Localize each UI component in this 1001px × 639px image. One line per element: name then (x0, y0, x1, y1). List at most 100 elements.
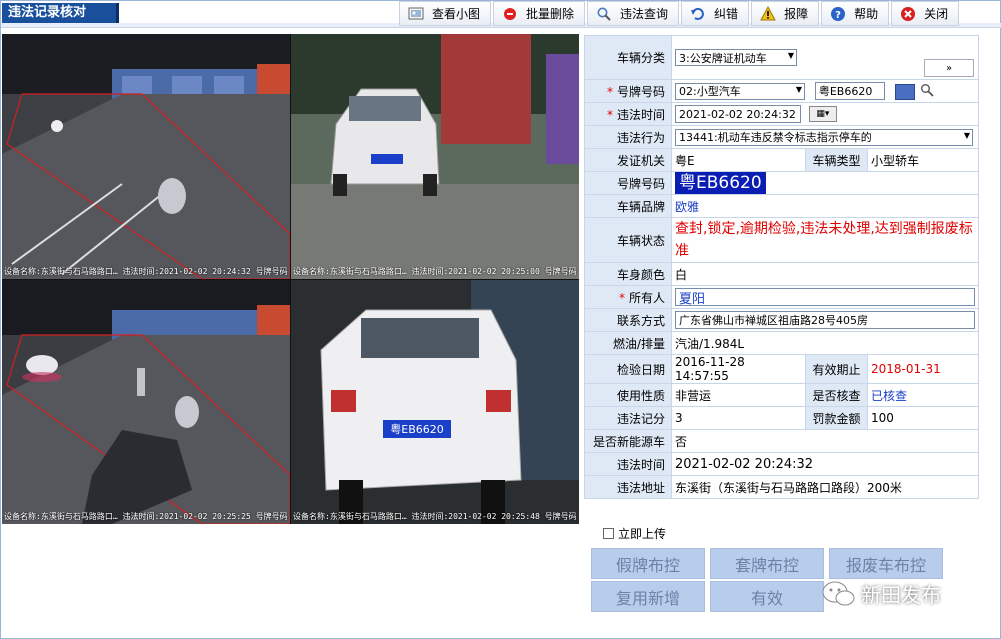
vehicle-info-table: 车辆分类 3:公安牌证机动车 ▼ » * 号牌号码 02:小型汽车 ▼ 粤EB6620… (584, 35, 979, 499)
plate-closeup-text: 粤EB6620 (390, 422, 444, 436)
view-thumbnail-button[interactable]: 查看小图 (399, 1, 492, 26)
inspection-date-label: 检验日期 (584, 354, 672, 384)
owner-label: * 所有人 (584, 285, 672, 309)
reuse-add-button[interactable]: 复用新增 (591, 581, 705, 612)
violation-behavior-select[interactable]: 13441:机动车违反禁令标志指示停车的 ▼ (675, 128, 973, 146)
plate-number-input[interactable]: 粤EB6620 (814, 82, 885, 100)
window-title: 违法记录核对 (2, 3, 119, 23)
valid-until-label: 有效期止 (805, 354, 868, 384)
evidence-photo-3[interactable]: 设备名称:东溪街与石马路路口… 违法时间:2021-02-02 20:25:25… (2, 280, 290, 524)
inspection-date-value: 2016-11-28 14:57:55 (671, 354, 806, 384)
batch-delete-label: 批量删除 (526, 7, 575, 21)
image-view-icon (408, 6, 424, 22)
photo-4-caption: 设备名称:东溪街与石马路路口… 违法时间:2021-02-02 20:25:48… (293, 512, 577, 521)
warning-icon (760, 5, 776, 22)
fine-value: 100 (867, 406, 979, 430)
violation-address-label: 违法地址 (584, 475, 672, 499)
body-color-value: 白 (671, 262, 979, 286)
report-fault-label: 报障 (784, 7, 809, 21)
plate-number-label: * 号牌号码 (584, 79, 672, 103)
violation-behavior-label: 违法行为 (584, 125, 672, 149)
violation-address-value: 东溪街（东溪街与石马路路口路段）200米 (671, 475, 979, 499)
report-fault-button[interactable]: 报障 (751, 1, 820, 26)
chevron-down-icon: ▼ (963, 130, 970, 140)
plate-number-highlight: 粤EB6620 (675, 172, 766, 194)
close-icon (900, 6, 916, 22)
chevron-down-icon: ▼ (795, 84, 802, 94)
calendar-icon[interactable]: ▦▾ (808, 106, 837, 122)
vehicle-type-label: 车辆类型 (805, 148, 868, 172)
batch-delete-button[interactable]: 批量删除 (493, 1, 586, 26)
owner-input[interactable]: 夏阳 (675, 288, 975, 307)
undo-icon (690, 6, 706, 22)
plate-search-icon[interactable] (920, 83, 935, 100)
evidence-photo-4[interactable]: 粤EB6620 设备名称:东溪街与石马路路口… 违法时间:2021-02-02 … (291, 280, 579, 524)
violation-review-window: 违法记录核对 查看小图 批量删除 违法查询 纠错 报障 ? 帮助 关闭 设备名称… (0, 0, 1001, 639)
view-thumbnail-label: 查看小图 (432, 7, 481, 21)
watermark-text: 新田发布 (861, 582, 941, 607)
correct-label: 纠错 (714, 7, 739, 21)
violation-time-input[interactable]: 2021-02-02 20:24:32 (675, 105, 801, 123)
brand-value: 欧雅 (671, 194, 979, 218)
vehicle-category-select[interactable]: 3:公安牌证机动车 ▼ (675, 49, 797, 66)
vehicle-status-label: 车辆状态 (584, 217, 672, 263)
score-value: 3 (671, 406, 806, 430)
valid-until-value: 2018-01-31 (867, 354, 979, 384)
double-chevron-down-icon: » (945, 62, 953, 74)
violation-time-label-2: 违法时间 (584, 452, 672, 476)
checked-label: 是否核查 (805, 383, 868, 407)
vehicle-status-value: 查封,锁定,逾期检验,违法未处理,达到强制报废标准 (671, 217, 979, 263)
usage-label: 使用性质 (584, 383, 672, 407)
evidence-photo-grid: 设备名称:东溪街与石马路路口… 违法时间:2021-02-02 20:24:32… (2, 34, 579, 524)
evidence-photo-1[interactable]: 设备名称:东溪街与石马路路口… 违法时间:2021-02-02 20:24:32… (2, 34, 290, 279)
plate-number-label-2: 号牌号码 (584, 171, 672, 195)
new-energy-value: 否 (671, 429, 979, 453)
new-energy-label: 是否新能源车 (584, 429, 672, 453)
upload-now-label: 立即上传 (618, 527, 667, 541)
svg-text:?: ? (835, 10, 841, 21)
valid-button[interactable]: 有效 (710, 581, 824, 612)
upload-now-checkbox[interactable] (603, 528, 614, 539)
close-button[interactable]: 关闭 (891, 1, 960, 26)
watermark: 新田发布 (821, 578, 941, 608)
issuer-label: 发证机关 (584, 148, 672, 172)
usage-value: 非营运 (671, 383, 806, 407)
contact-input[interactable]: 广东省佛山市禅城区祖庙路28号405房 (675, 311, 975, 329)
violation-time-label: * 违法时间 (584, 102, 672, 126)
scrapped-vehicle-control-button[interactable]: 报废车布控 (829, 548, 943, 579)
delete-icon (502, 6, 518, 22)
checked-value: 已核查 (867, 383, 979, 407)
plate-type-select[interactable]: 02:小型汽车 ▼ (675, 82, 805, 100)
contact-label: 联系方式 (584, 308, 672, 332)
issuer-value: 粤E (671, 148, 806, 172)
fuel-value: 汽油/1.984L (671, 331, 979, 355)
correct-button[interactable]: 纠错 (681, 1, 750, 26)
close-label: 关闭 (924, 7, 949, 21)
fake-plate-control-button[interactable]: 假牌布控 (591, 548, 705, 579)
search-icon (596, 6, 612, 22)
fuel-label: 燃油/排量 (584, 331, 672, 355)
help-label: 帮助 (854, 7, 879, 21)
vehicle-category-label: 车辆分类 (584, 35, 672, 80)
cloned-plate-control-button[interactable]: 套牌布控 (710, 548, 824, 579)
help-button[interactable]: ? 帮助 (821, 1, 890, 26)
photo-3-caption: 设备名称:东溪街与石马路路口… 违法时间:2021-02-02 20:25:25… (4, 512, 288, 521)
wechat-logo-icon (822, 581, 855, 606)
score-label: 违法记分 (584, 406, 672, 430)
expand-button[interactable]: » (924, 59, 974, 77)
toolbar: 查看小图 批量删除 违法查询 纠错 报障 ? 帮助 关闭 (399, 1, 961, 27)
chevron-down-icon: ▼ (787, 51, 794, 60)
photo-1-caption: 设备名称:东溪街与石马路路口… 违法时间:2021-02-02 20:24:32… (4, 267, 288, 276)
plate-keyboard-icon[interactable] (894, 83, 915, 100)
help-icon: ? (830, 6, 846, 22)
body-color-label: 车身颜色 (584, 262, 672, 286)
fine-label: 罚款金额 (805, 406, 868, 430)
violation-query-label: 违法查询 (620, 7, 669, 21)
evidence-photo-2[interactable]: 设备名称:东溪街与石马路路口… 违法时间:2021-02-02 20:25:00… (291, 34, 579, 279)
violation-query-button[interactable]: 违法查询 (587, 1, 680, 26)
upload-now-option[interactable]: 立即上传 (603, 525, 666, 542)
vehicle-type-value: 小型轿车 (867, 148, 979, 172)
photo-2-caption: 设备名称:东溪街与石马路路口… 违法时间:2021-02-02 20:25:00… (293, 267, 577, 276)
brand-label: 车辆品牌 (584, 194, 672, 218)
violation-time-value-2: 2021-02-02 20:24:32 (671, 452, 979, 476)
